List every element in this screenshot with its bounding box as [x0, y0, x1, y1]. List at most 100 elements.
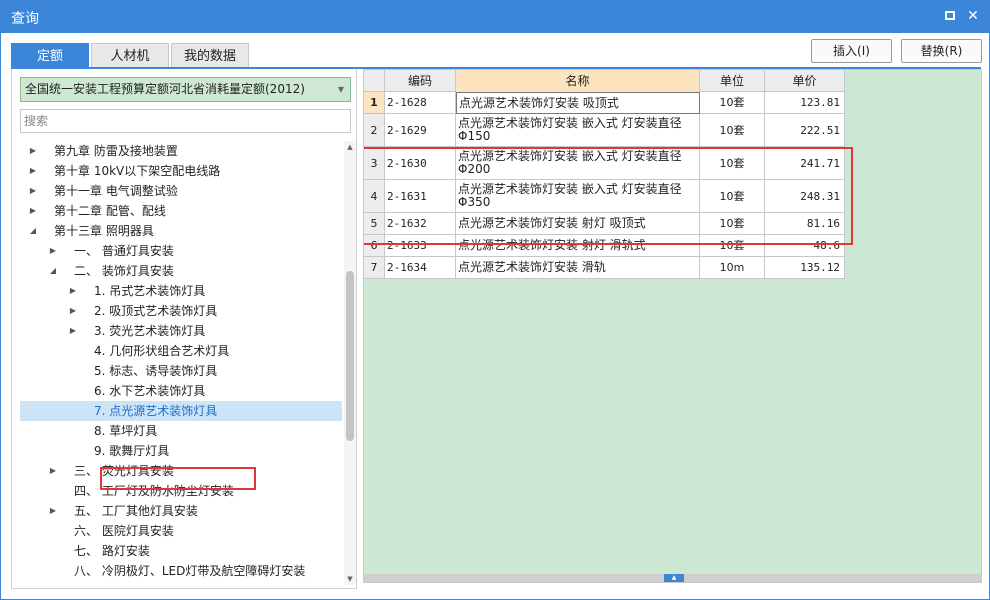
cell-code: 2-1628: [385, 92, 456, 114]
tab-labor-materials[interactable]: 人材机: [91, 43, 169, 68]
grid-scrollbar[interactable]: ▲: [364, 574, 981, 582]
cell-unit: 10套: [700, 114, 765, 147]
tree-item[interactable]: ◢ 二、 装饰灯具安装: [20, 261, 342, 281]
tree-item-label: 8. 草坪灯具: [94, 424, 158, 438]
tree-item-label: 第九章 防雷及接地装置: [54, 144, 178, 158]
tree-item-label: 第十章 10kV以下架空配电线路: [54, 164, 221, 178]
table-row[interactable]: 2 2-1629 点光源艺术装饰灯安装 嵌入式 灯安装直径Φ150 10套 222.51: [364, 114, 845, 147]
maximize-button[interactable]: [941, 7, 959, 25]
tree-item[interactable]: 6. 水下艺术装饰灯具: [20, 381, 342, 401]
collapse-arrow-icon[interactable]: ▶: [48, 501, 58, 521]
close-button[interactable]: ✕: [964, 7, 982, 25]
cell-name: 点光源艺术装饰灯安装 滑轨: [456, 257, 700, 279]
tree-item[interactable]: 4. 几何形状组合艺术灯具: [20, 341, 342, 361]
collapse-arrow-icon[interactable]: ▶: [28, 181, 38, 201]
tree-item[interactable]: 六、 医院灯具安装: [20, 521, 342, 541]
maximize-icon: [945, 11, 955, 20]
library-select-value: 全国统一安装工程预算定额河北省消耗量定额(2012): [25, 82, 305, 96]
tree-item-label: 七、 路灯安装: [74, 544, 150, 558]
search-input[interactable]: [20, 109, 351, 133]
cell-name: 点光源艺术装饰灯安装 吸顶式: [456, 92, 700, 114]
tree-item-label: 7. 点光源艺术装饰灯具: [94, 404, 218, 418]
cell-unit: 10套: [700, 92, 765, 114]
collapse-arrow-icon[interactable]: ▶: [48, 241, 58, 261]
library-select[interactable]: 全国统一安装工程预算定额河北省消耗量定额(2012) ▼: [20, 77, 351, 102]
tree-item-label: 六、 医院灯具安装: [74, 524, 174, 538]
tree-item-label: 4. 几何形状组合艺术灯具: [94, 344, 230, 358]
tree-item[interactable]: ▶ 3. 荧光艺术装饰灯具: [20, 321, 342, 341]
tree-item[interactable]: 7. 点光源艺术装饰灯具: [20, 401, 342, 421]
query-dialog: 定额 人材机 我的数据 插入(I) 替换(R) 全国统一安装工程预算定额河北省消…: [0, 33, 990, 600]
table-row[interactable]: 7 2-1634 点光源艺术装饰灯安装 滑轨 10m 135.12: [364, 257, 845, 279]
tree-item[interactable]: ▶ 一、 普通灯具安装: [20, 241, 342, 261]
tree-item[interactable]: ▶ 2. 吸顶式艺术装饰灯具: [20, 301, 342, 321]
tree-item-label: 五、 工厂其他灯具安装: [74, 504, 198, 518]
scroll-handle-icon[interactable]: ▲: [664, 574, 684, 582]
quota-grid: 编码 名称 单位 单价 1 2-1628 点光源艺术装饰灯安装 吸顶式 10套 123.81 2…: [363, 69, 982, 583]
cell-no: 7: [364, 257, 385, 279]
title-bar: 查询 ✕: [0, 0, 990, 33]
replace-button[interactable]: 替换(R): [901, 39, 982, 63]
close-icon: ✕: [967, 8, 979, 24]
cell-price: 123.81: [765, 92, 845, 114]
tree-item[interactable]: 8. 草坪灯具: [20, 421, 342, 441]
column-header[interactable]: 单位: [700, 70, 765, 92]
collapse-arrow-icon[interactable]: ▶: [68, 301, 78, 321]
expand-arrow-icon[interactable]: ◢: [48, 261, 58, 281]
cell-code: 2-1634: [385, 257, 456, 279]
tab-quota[interactable]: 定额: [11, 43, 89, 68]
collapse-arrow-icon[interactable]: ▶: [68, 321, 78, 341]
tree-item-label: 第十一章 电气调整试验: [54, 184, 178, 198]
tree-item[interactable]: ▶ 第十一章 电气调整试验: [20, 181, 342, 201]
chevron-down-icon: ▼: [337, 85, 344, 94]
chapter-tree: ▶ 第九章 防雷及接地装置 ▶ 第十章 10kV以下架空配电线路 ▶ 第十一章 电气调整试…: [20, 141, 342, 585]
tab-my-data[interactable]: 我的数据: [171, 43, 249, 68]
tree-item-label: 1. 吊式艺术装饰灯具: [94, 284, 206, 298]
scroll-thumb[interactable]: [346, 271, 354, 441]
tree-item-label: 9. 歌舞厅灯具: [94, 444, 170, 458]
tree-item[interactable]: 七、 路灯安装: [20, 541, 342, 561]
cell-code: 2-1629: [385, 114, 456, 147]
cell-no: 2: [364, 114, 385, 147]
tree-item[interactable]: ▶ 第九章 防雷及接地装置: [20, 141, 342, 161]
tree-item[interactable]: 5. 标志、诱导装饰灯具: [20, 361, 342, 381]
tree-item-label: 5. 标志、诱导装饰灯具: [94, 364, 218, 378]
tree-item-label: 第十三章 照明器具: [54, 224, 154, 238]
collapse-arrow-icon[interactable]: ▶: [28, 161, 38, 181]
collapse-arrow-icon[interactable]: ▶: [28, 141, 38, 161]
tree-item[interactable]: ▶ 第十二章 配管、配线: [20, 201, 342, 221]
tree-item[interactable]: 9. 歌舞厅灯具: [20, 441, 342, 461]
column-header[interactable]: 编码: [385, 70, 456, 92]
tree-item-label: 2. 吸顶式艺术装饰灯具: [94, 304, 218, 318]
cell-name: 点光源艺术装饰灯安装 嵌入式 灯安装直径Φ150: [456, 114, 700, 147]
scroll-down-icon[interactable]: ▼: [344, 573, 356, 585]
tree-item[interactable]: ◢ 第十三章 照明器具: [20, 221, 342, 241]
quota-tree-panel: 全国统一安装工程预算定额河北省消耗量定额(2012) ▼ ▶ 第九章 防雷及接地装…: [11, 69, 357, 589]
collapse-arrow-icon[interactable]: ▶: [68, 281, 78, 301]
cell-price: 135.12: [765, 257, 845, 279]
highlight-box-tree: [100, 467, 256, 490]
column-header[interactable]: 单价: [765, 70, 845, 92]
grid-header: 编码 名称 单位 单价: [364, 70, 845, 92]
table-row[interactable]: 1 2-1628 点光源艺术装饰灯安装 吸顶式 10套 123.81: [364, 92, 845, 114]
column-header[interactable]: [364, 70, 385, 92]
collapse-arrow-icon[interactable]: ▶: [28, 201, 38, 221]
tree-item[interactable]: 八、 冷阴极灯、LED灯带及航空障碍灯安装: [20, 561, 342, 581]
tree-item-label: 一、 普通灯具安装: [74, 244, 174, 258]
tree-scrollbar[interactable]: ▲ ▼: [344, 141, 356, 585]
tree-item-label: 6. 水下艺术装饰灯具: [94, 384, 206, 398]
cell-unit: 10m: [700, 257, 765, 279]
expand-arrow-icon[interactable]: ◢: [28, 221, 38, 241]
tree-item-label: 八、 冷阴极灯、LED灯带及航空障碍灯安装: [74, 564, 306, 578]
scroll-up-icon[interactable]: ▲: [344, 141, 356, 153]
window-title: 查询: [11, 11, 39, 27]
cell-price: 222.51: [765, 114, 845, 147]
tree-item-label: 二、 装饰灯具安装: [74, 264, 174, 278]
tree-item[interactable]: ▶ 1. 吊式艺术装饰灯具: [20, 281, 342, 301]
tree-item[interactable]: ▶ 五、 工厂其他灯具安装: [20, 501, 342, 521]
column-header[interactable]: 名称: [456, 70, 700, 92]
tree-item[interactable]: ▶ 第十章 10kV以下架空配电线路: [20, 161, 342, 181]
collapse-arrow-icon[interactable]: ▶: [48, 461, 58, 481]
tree-item-label: 3. 荧光艺术装饰灯具: [94, 324, 206, 338]
insert-button[interactable]: 插入(I): [811, 39, 892, 63]
